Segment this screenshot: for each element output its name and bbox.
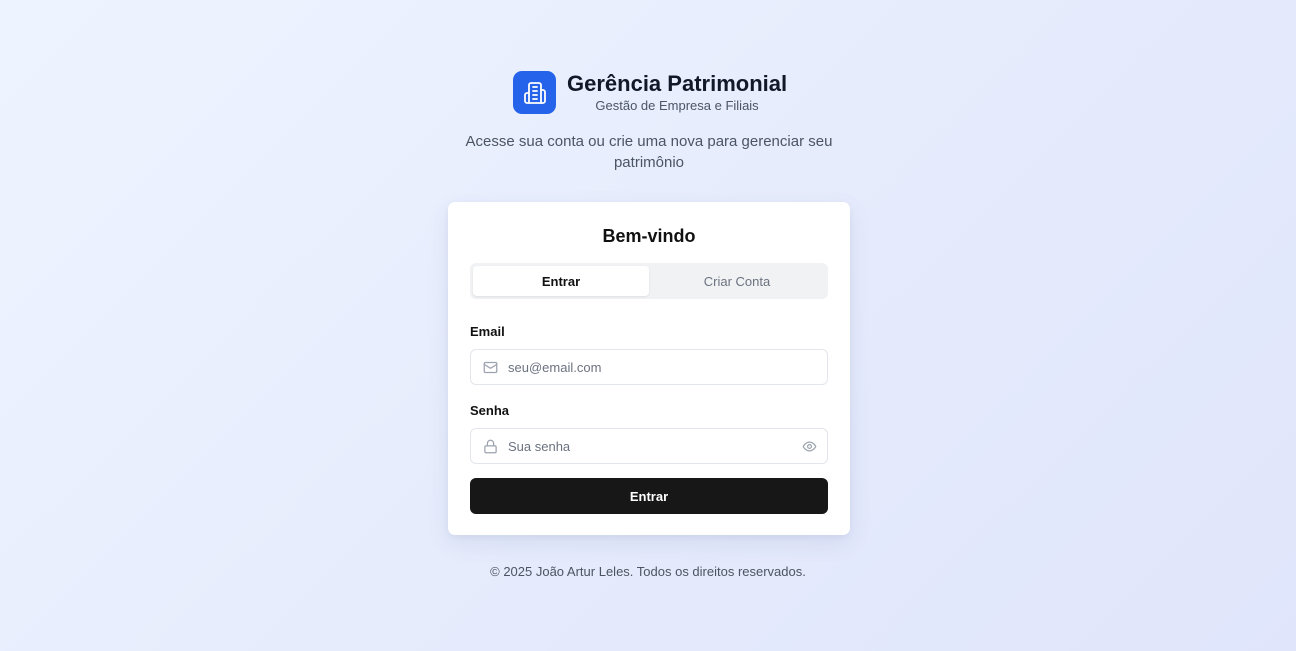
eye-icon[interactable] <box>801 438 817 454</box>
app-title: Gerência Patrimonial <box>567 71 788 96</box>
mail-icon <box>482 359 498 375</box>
brand-header: Gerência Patrimonial Gestão de Empresa e… <box>513 71 787 114</box>
app-subtitle: Gestão de Empresa e Filiais <box>595 98 759 113</box>
footer-copyright: © 2025 João Artur Leles. Todos os direit… <box>490 564 806 579</box>
email-input[interactable] <box>508 350 827 384</box>
auth-tabs: Entrar Criar Conta <box>470 263 828 299</box>
tab-entrar[interactable]: Entrar <box>473 266 649 296</box>
login-button[interactable]: Entrar <box>470 478 828 514</box>
password-label: Senha <box>470 403 510 418</box>
lock-icon <box>482 438 498 454</box>
brand-text: Gerência Patrimonial Gestão de Empresa e… <box>567 71 787 114</box>
password-input[interactable] <box>508 429 801 463</box>
tagline: Acesse sua conta ou crie uma nova para g… <box>465 133 833 171</box>
tab-criar-conta[interactable]: Criar Conta <box>649 266 825 296</box>
building-icon <box>513 71 556 114</box>
email-label: Email <box>470 324 505 339</box>
email-field-wrapper <box>470 349 828 385</box>
card-title: Bem-vindo <box>602 226 696 246</box>
password-field-wrapper <box>470 428 828 464</box>
login-card: Bem-vindo Entrar Criar Conta Email Senha <box>448 202 850 535</box>
